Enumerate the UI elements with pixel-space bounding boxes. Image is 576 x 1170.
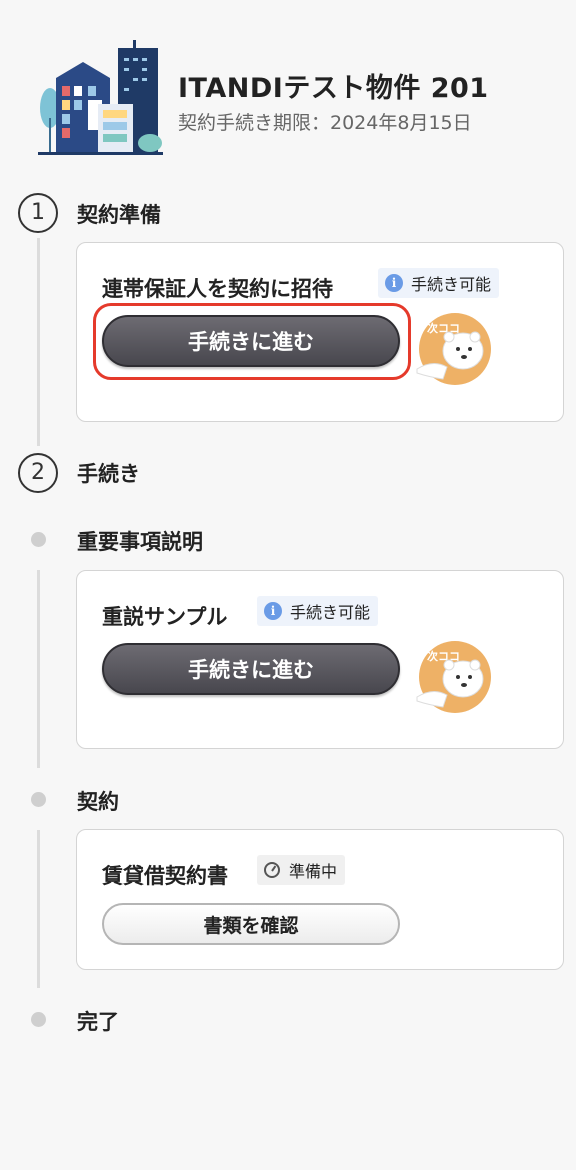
polar-bear-mascot-icon: 次ココ	[413, 309, 495, 391]
timeline-line	[37, 830, 40, 988]
lease-contract-card: 賃貸借契約書 準備中 書類を確認	[76, 829, 564, 970]
polar-bear-mascot-icon: 次ココ	[413, 637, 495, 719]
proceed-button[interactable]: 手続きに進む	[102, 315, 400, 367]
property-title: ITANDIテスト物件 201	[178, 73, 489, 104]
badge-label: 手続き可能	[290, 603, 371, 622]
contract-deadline: 契約手続き期限：2024年8月15日	[178, 112, 472, 134]
status-badge: 準備中	[257, 855, 346, 885]
building-icon	[38, 40, 163, 155]
status-badge: i 手続き可能	[257, 596, 379, 626]
property-header: ITANDIテスト物件 201 契約手続き期限：2024年8月15日	[38, 38, 558, 158]
step-label-contract-prep: 契約準備	[77, 203, 161, 227]
step-number-1: 1	[18, 193, 58, 233]
guarantor-invite-card: 連帯保証人を契約に招待 i 手続き可能 手続きに進む 次ココ	[76, 242, 564, 422]
badge-label: 準備中	[289, 862, 338, 881]
info-icon: i	[264, 602, 282, 620]
info-icon: i	[385, 274, 403, 292]
substep-dot	[31, 792, 46, 807]
card-title: 賃貸借契約書	[102, 864, 228, 888]
substep-label-complete: 完了	[77, 1010, 119, 1034]
proceed-button[interactable]: 手続きに進む	[102, 643, 400, 695]
substep-label-contract: 契約	[77, 790, 119, 814]
timeline-line	[37, 570, 40, 768]
card-title: 重説サンプル	[102, 605, 228, 629]
explanation-card: 重説サンプル i 手続き可能 手続きに進む 次ココ	[76, 570, 564, 749]
substep-dot	[31, 1012, 46, 1027]
substep-dot	[31, 532, 46, 547]
step-label-procedure: 手続き	[77, 462, 140, 486]
status-badge: i 手続き可能	[378, 268, 500, 298]
badge-label: 手続き可能	[411, 275, 492, 294]
step-number-2: 2	[18, 453, 58, 493]
view-documents-button[interactable]: 書類を確認	[102, 903, 400, 945]
timeline-line	[37, 238, 40, 446]
card-title: 連帯保証人を契約に招待	[102, 277, 333, 301]
clock-icon	[264, 862, 280, 878]
substep-label-explanation: 重要事項説明	[77, 530, 203, 554]
